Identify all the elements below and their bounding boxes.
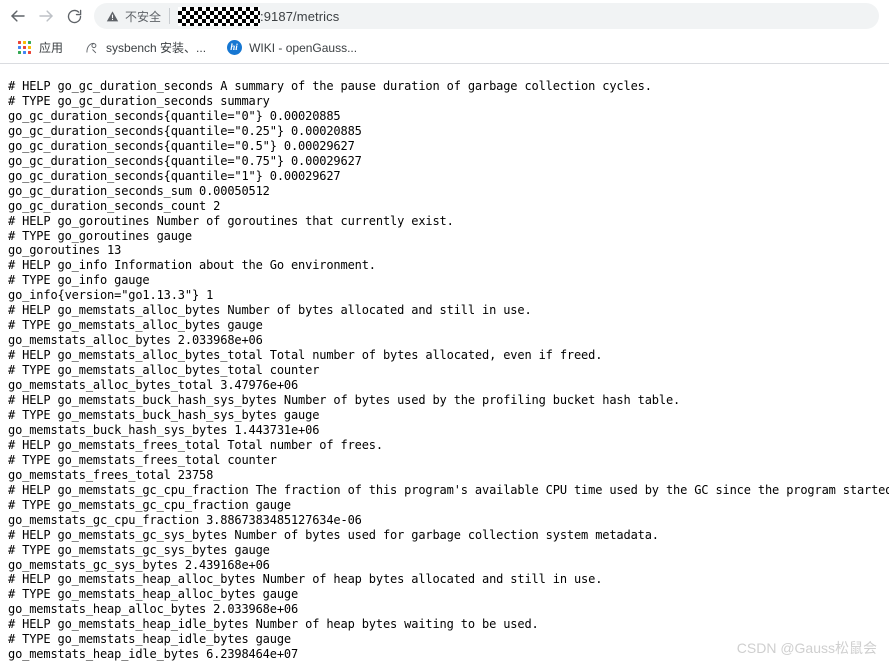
bookmark-label: WIKI - openGauss... [249, 40, 358, 55]
back-button[interactable] [4, 2, 32, 30]
omnibox-divider [169, 8, 171, 24]
bookmarks-bar: 应用 sysbench 安装、... hi WIKI - openGauss..… [0, 32, 889, 64]
bookmark-apps[interactable]: 应用 [8, 36, 71, 60]
browser-chrome: 不安全 :9187/metrics 应用 sysbench 安装、... hi … [0, 0, 889, 64]
apps-grid-icon [16, 40, 32, 56]
redacted-host-block [178, 6, 261, 26]
reload-icon [66, 8, 83, 25]
bookmark-label: sysbench 安装、... [106, 41, 207, 55]
bookmark-opengauss-wiki[interactable]: hi WIKI - openGauss... [218, 36, 365, 60]
sysbench-favicon [83, 40, 99, 56]
wiki-favicon-glyph: hi [226, 40, 242, 55]
forward-button[interactable] [32, 2, 60, 30]
warning-triangle-icon [106, 10, 119, 23]
page-content-area: # HELP go_gc_duration_seconds A summary … [0, 65, 889, 666]
security-status-label: 不安全 [125, 9, 162, 24]
bookmark-sysbench[interactable]: sysbench 安装、... [75, 36, 214, 60]
address-bar[interactable]: 不安全 :9187/metrics [94, 3, 879, 29]
arrow-right-icon [37, 7, 55, 25]
apps-grid-dots [17, 41, 31, 54]
arrow-left-icon [9, 7, 27, 25]
browser-toolbar: 不安全 :9187/metrics [0, 0, 889, 32]
prometheus-metrics-text: # HELP go_gc_duration_seconds A summary … [8, 79, 889, 662]
address-bar-url: :9187/metrics [260, 8, 340, 24]
reload-button[interactable] [60, 2, 88, 30]
opengauss-wiki-favicon: hi [226, 40, 242, 56]
bookmark-label: 应用 [39, 41, 64, 55]
